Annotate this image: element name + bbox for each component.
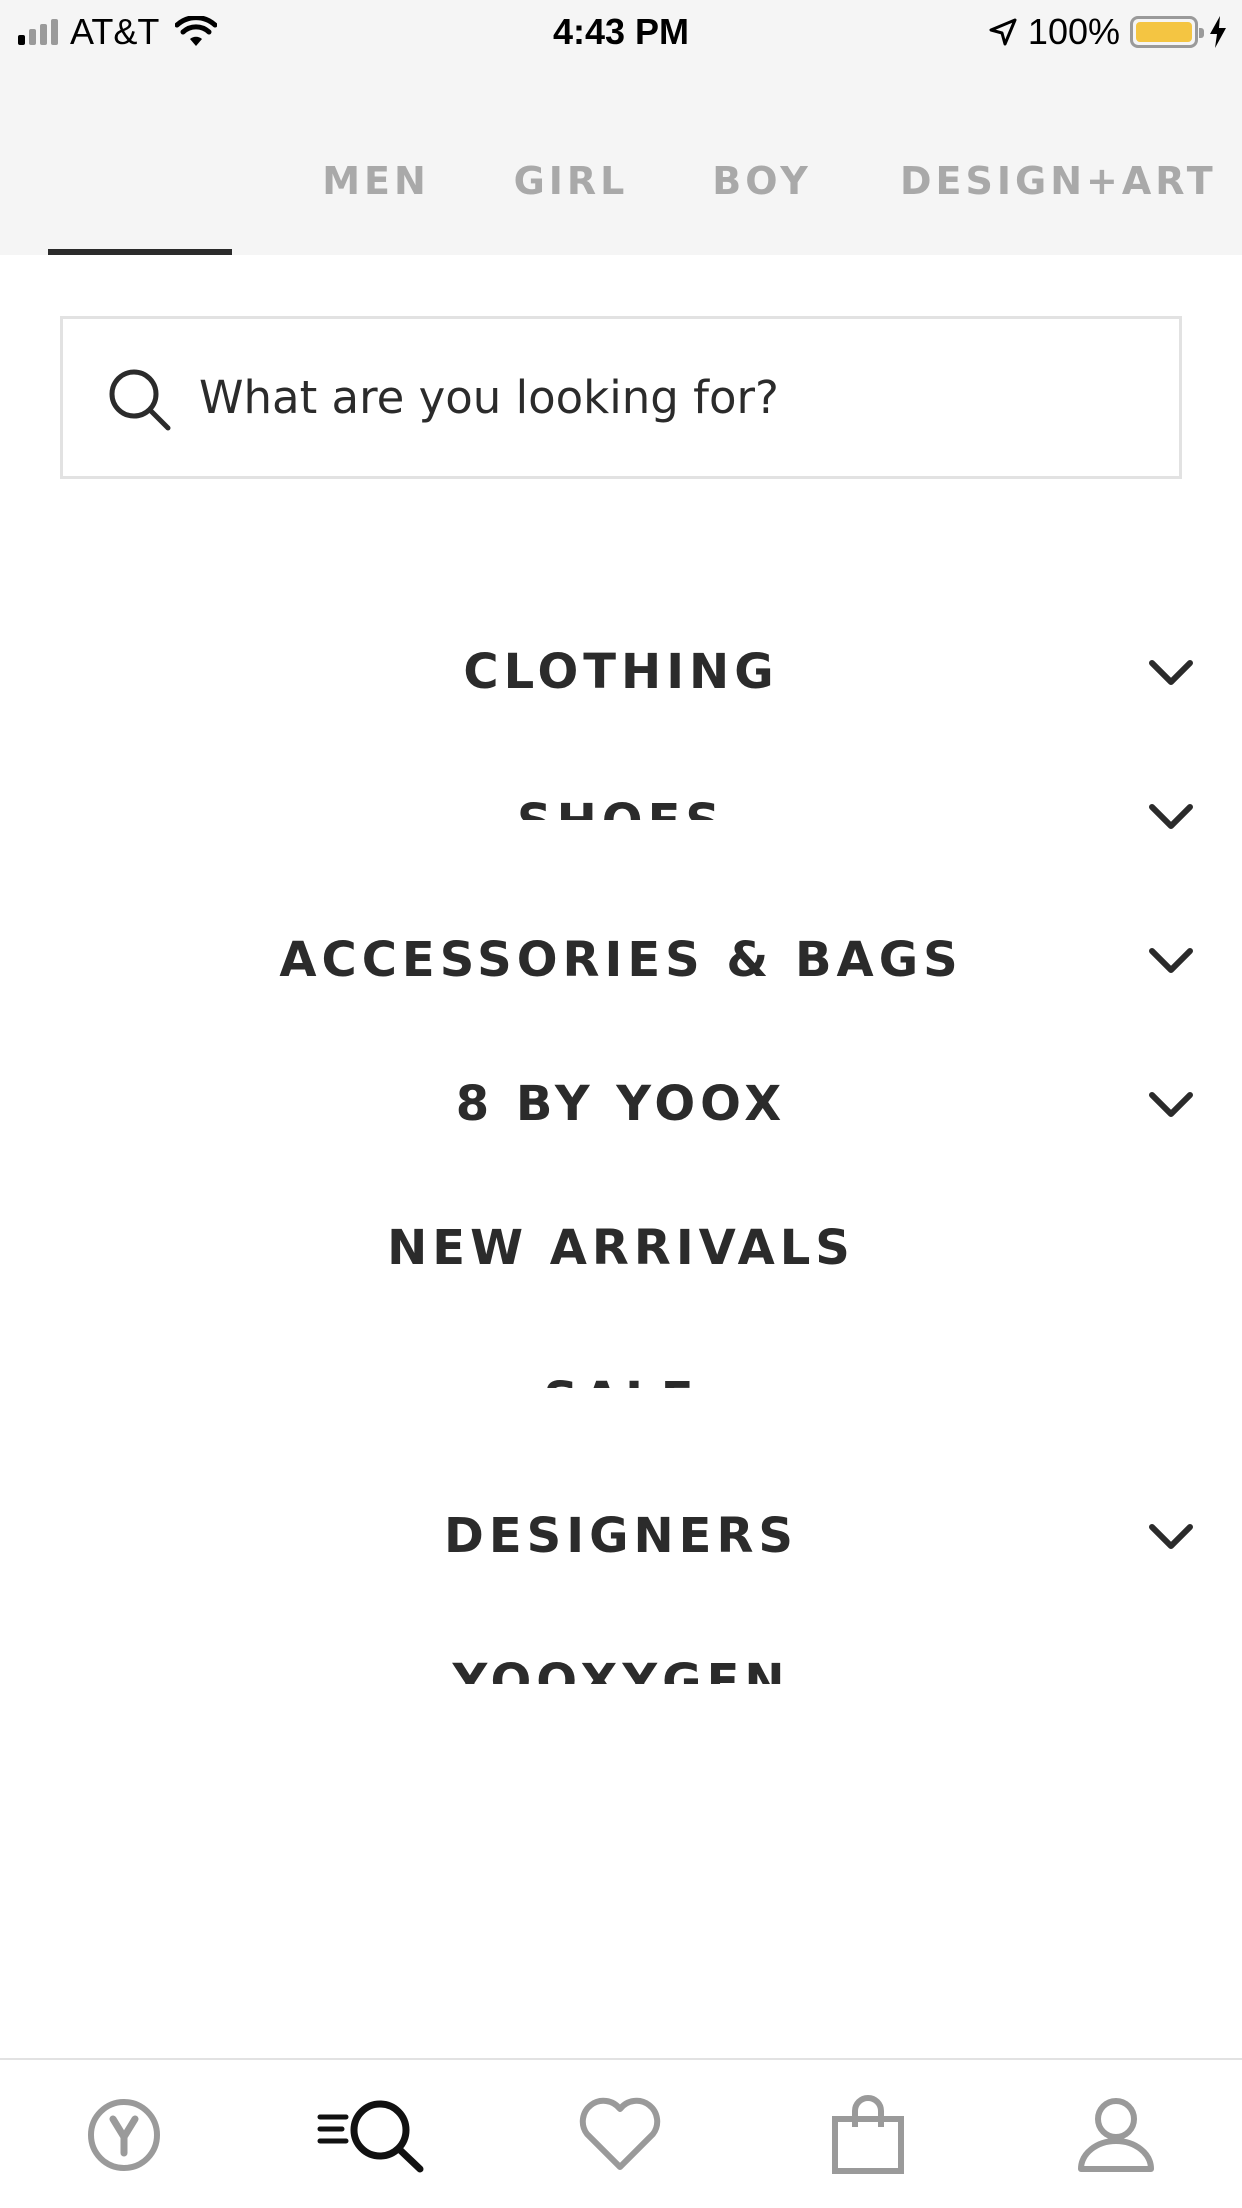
category-sale[interactable]: SALE — [0, 1342, 1242, 1442]
search-box[interactable] — [60, 316, 1182, 479]
category-label: DESIGNERS — [444, 1508, 798, 1564]
user-icon — [1078, 2098, 1154, 2172]
chevron-down-icon[interactable] — [1148, 1522, 1194, 1552]
chevron-down-icon[interactable] — [1148, 946, 1194, 976]
category-label: YOOXYGEN — [452, 1654, 790, 1684]
chevron-down-icon[interactable] — [1148, 1090, 1194, 1120]
search-icon — [109, 369, 171, 431]
chevron-down-icon[interactable] — [1148, 658, 1194, 688]
tab-design-art[interactable]: DESIGN+ART — [900, 62, 1217, 255]
nav-wishlist[interactable] — [496, 2060, 744, 2208]
category-yooxygen[interactable]: YOOXYGEN — [0, 1630, 1242, 1730]
tab-label: WOMEN — [48, 168, 232, 178]
battery-percentage: 100% — [1027, 11, 1120, 52]
bottom-navigation — [0, 2058, 1242, 2208]
tab-men[interactable]: MEN — [306, 62, 446, 255]
nav-bag[interactable] — [744, 2060, 992, 2208]
category-label: ACCESSORIES & BAGS — [279, 932, 963, 988]
battery-icon — [1130, 16, 1204, 48]
tab-women[interactable]: WOMEN — [48, 62, 232, 255]
status-bar: AT&T 4:43 PM 100% — [0, 0, 1242, 62]
location-arrow-icon — [989, 18, 1017, 46]
nav-account[interactable] — [992, 2060, 1240, 2208]
category-8-by-yoox[interactable]: 8 BY YOOX — [0, 1054, 1242, 1154]
category-accessories-bags[interactable]: ACCESSORIES & BAGS — [0, 910, 1242, 1010]
tab-label: DESIGN+ART — [900, 159, 1217, 203]
tab-boy[interactable]: BOY — [704, 62, 820, 255]
category-new-arrivals[interactable]: NEW ARRIVALS — [0, 1198, 1242, 1298]
tab-label: GIRL — [513, 159, 629, 203]
chevron-down-icon[interactable] — [1148, 802, 1194, 832]
charging-bolt-icon — [1210, 16, 1226, 48]
shopping-bag-icon — [832, 2095, 904, 2174]
search-input[interactable] — [199, 319, 1099, 476]
status-right: 100% — [988, 10, 1228, 54]
heart-icon — [579, 2097, 661, 2170]
category-clothing[interactable]: CLOTHING — [0, 622, 1242, 722]
yoox-logo-icon — [88, 2099, 160, 2171]
nav-menu-search[interactable] — [248, 2060, 496, 2208]
category-label: CLOTHING — [463, 644, 779, 700]
category-label: SALE — [0, 1370, 1242, 1388]
category-label: 8 BY YOOX — [455, 1076, 787, 1132]
gender-tabs: WOMEN MEN GIRL BOY DESIGN+ART — [0, 62, 1242, 255]
category-label: SHOES — [0, 792, 1242, 820]
tab-label: MEN — [322, 159, 430, 203]
nav-home[interactable] — [0, 2060, 248, 2208]
tab-label: BOY — [712, 159, 812, 203]
category-designers[interactable]: DESIGNERS — [0, 1486, 1242, 1586]
tab-girl[interactable]: GIRL — [508, 62, 634, 255]
category-shoes[interactable]: SHOES — [0, 766, 1242, 866]
active-tab-indicator — [48, 249, 232, 255]
category-label: NEW ARRIVALS — [387, 1220, 855, 1276]
menu-search-icon — [317, 2100, 424, 2173]
